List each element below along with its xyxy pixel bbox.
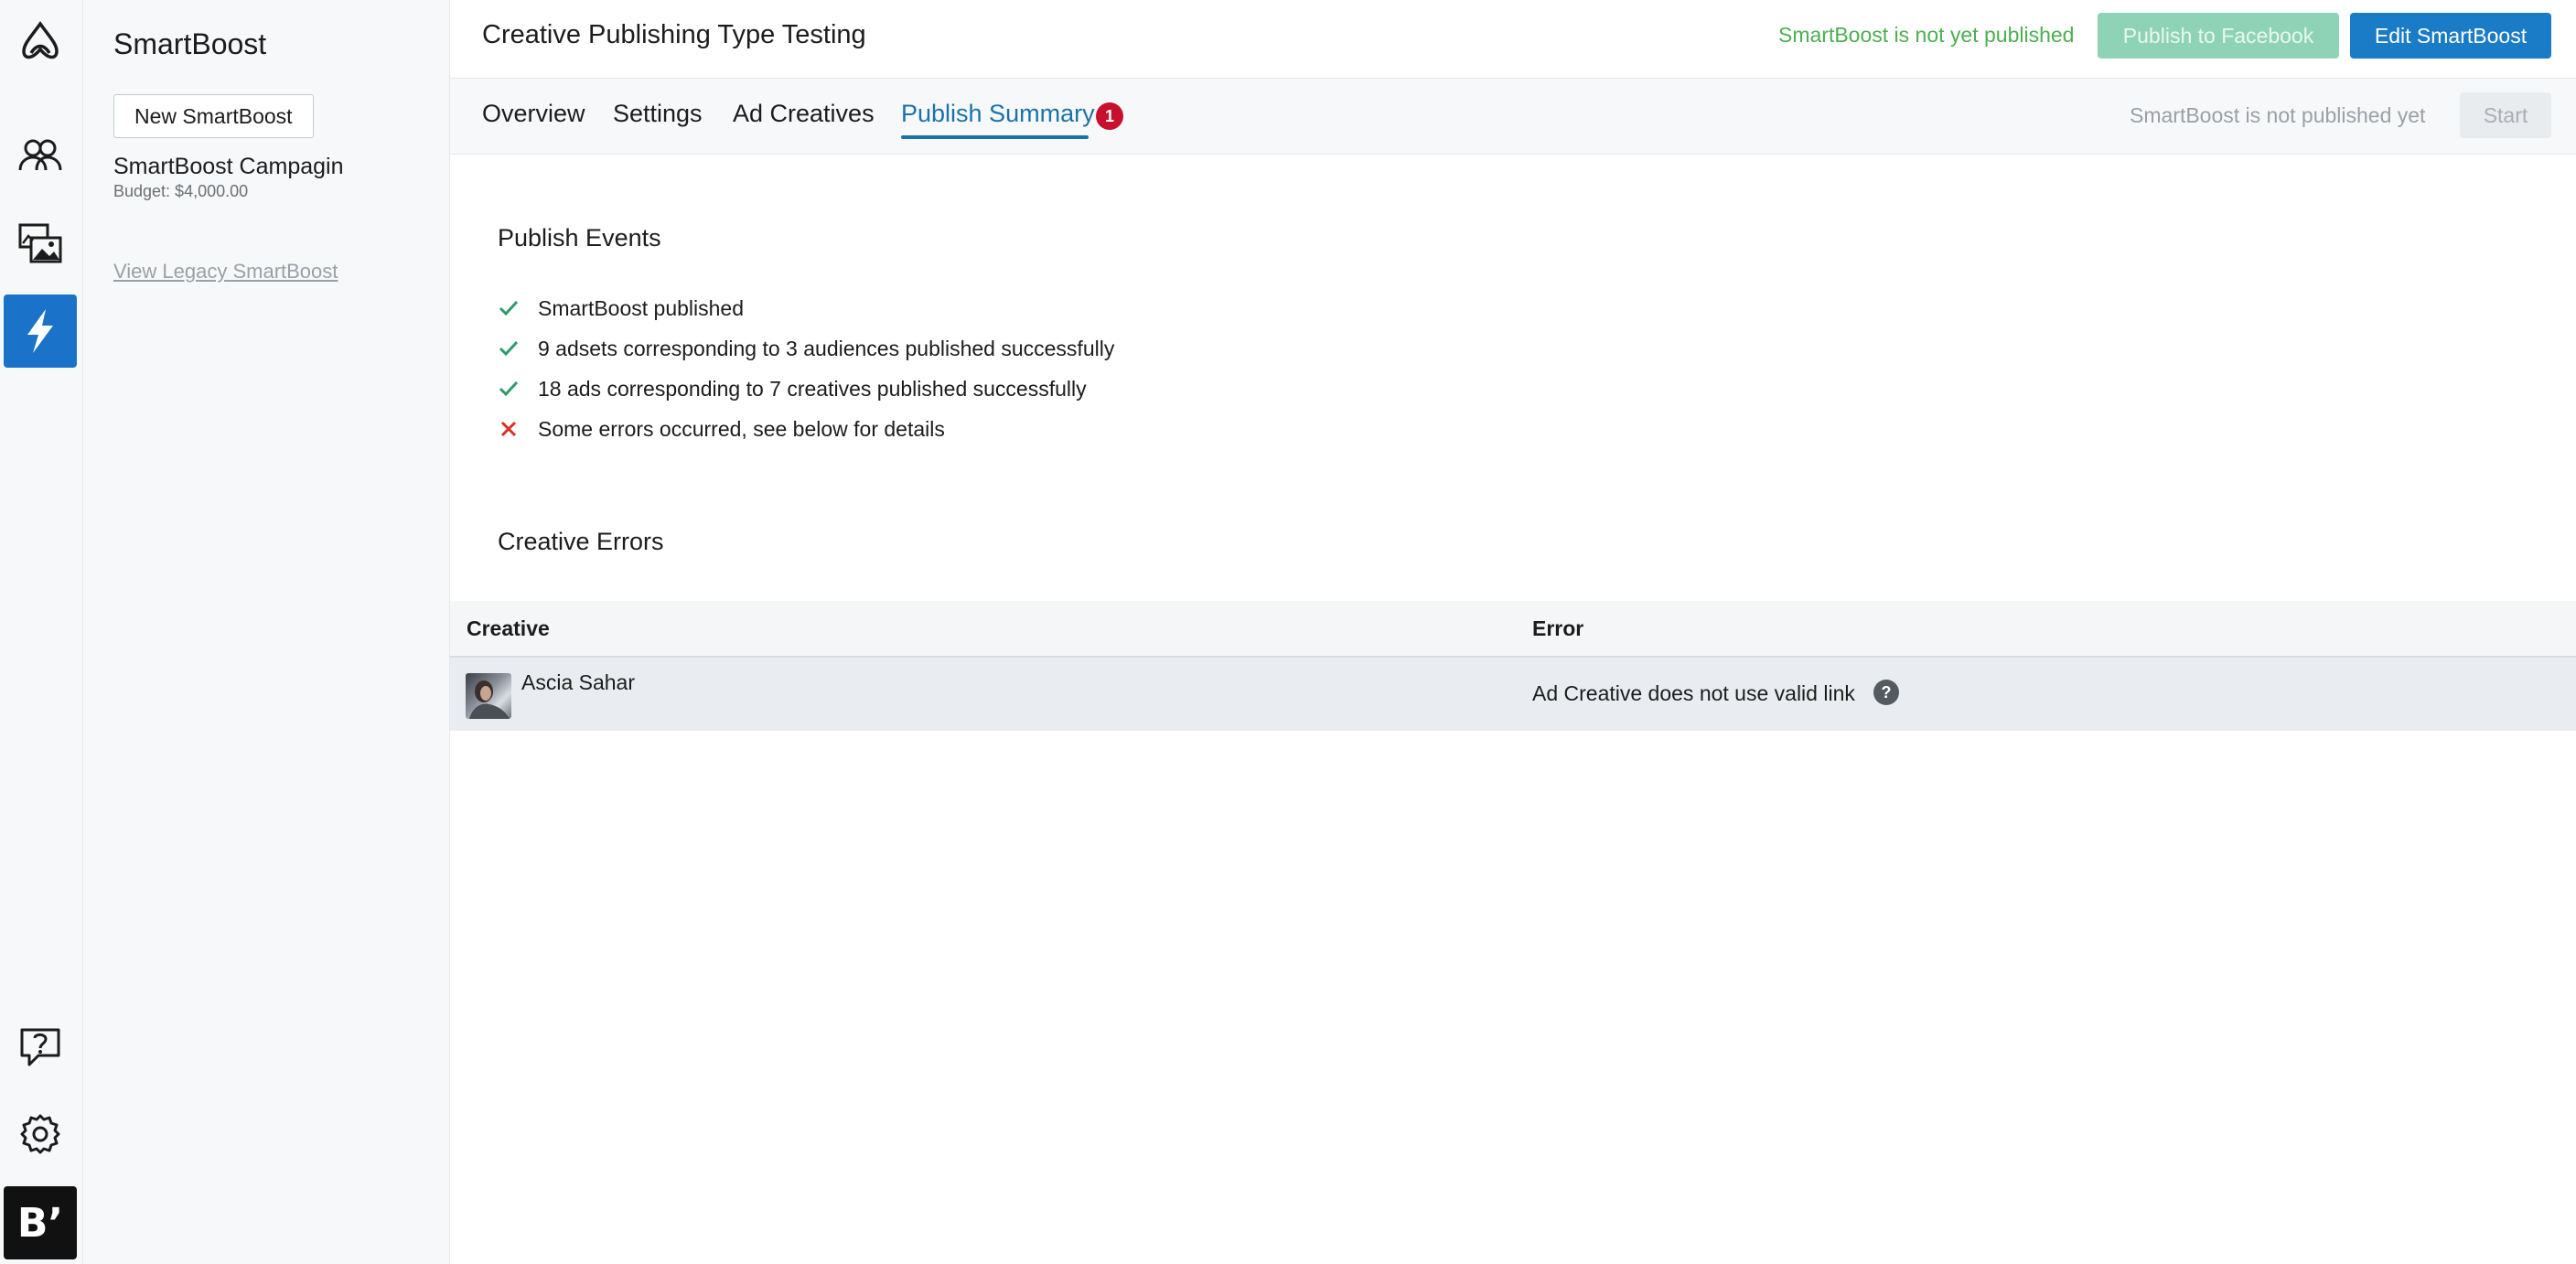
settings-icon[interactable] <box>4 1098 77 1171</box>
brand-logo[interactable]: B’ <box>4 1186 77 1259</box>
column-header-creative: Creative <box>467 616 550 640</box>
smartboost-sidebar: SmartBoost New SmartBoost SmartBoost Cam… <box>83 0 450 1264</box>
smartboost-bolt-icon[interactable] <box>4 295 77 368</box>
publish-to-facebook-button[interactable]: Publish to Facebook <box>2098 13 2339 59</box>
creative-errors-title: Creative Errors <box>498 528 664 555</box>
edit-smartboost-button[interactable]: Edit SmartBoost <box>2350 13 2551 59</box>
event-item: 9 adsets corresponding to 3 audiences pu… <box>498 335 1114 362</box>
creative-thumbnail <box>466 673 511 719</box>
page-header: Creative Publishing Type Testing SmartBo… <box>450 0 2576 79</box>
error-x-icon <box>498 418 538 440</box>
column-header-error: Error <box>1532 616 1584 640</box>
publish-status-text: SmartBoost is not yet published <box>1778 23 2075 47</box>
publish-events-title: Publish Events <box>498 224 661 252</box>
question-mark-icon[interactable]: ? <box>1873 680 1899 705</box>
audiences-icon[interactable] <box>4 119 77 192</box>
help-icon[interactable] <box>4 1010 77 1083</box>
event-text: SmartBoost published <box>538 295 745 320</box>
new-smartboost-button[interactable]: New SmartBoost <box>113 94 314 138</box>
tab-publish-summary[interactable]: Publish Summary <box>901 100 1095 128</box>
campaign-name[interactable]: SmartBoost Campagin <box>113 154 344 180</box>
event-text: 9 adsets corresponding to 3 audiences pu… <box>538 336 1115 360</box>
active-tab-indicator <box>901 135 1089 139</box>
icon-rail: B’ <box>0 0 83 1264</box>
error-message: Ad Creative does not use valid link <box>1532 681 1855 705</box>
check-icon <box>498 378 538 400</box>
event-item: Some errors occurred, see below for deta… <box>498 415 945 443</box>
tab-bar: Overview Settings Ad Creatives Publish S… <box>450 79 2576 155</box>
creatives-icon[interactable] <box>4 207 77 280</box>
errors-table-header: Creative Error <box>450 601 2576 658</box>
tab-overview[interactable]: Overview <box>482 100 585 128</box>
error-count-badge: 1 <box>1096 102 1123 130</box>
campaign-budget: Budget: $4,000.00 <box>113 182 249 200</box>
tabs-status-text: SmartBoost is not published yet <box>2130 103 2426 127</box>
app-logo-icon[interactable] <box>4 5 77 79</box>
sidebar-title: SmartBoost <box>113 27 267 60</box>
table-row[interactable]: Ascia Sahar Ad Creative does not use val… <box>450 658 2576 731</box>
check-icon <box>498 297 538 319</box>
check-icon <box>498 337 538 359</box>
tab-ad-creatives[interactable]: Ad Creatives <box>733 100 875 128</box>
tab-settings[interactable]: Settings <box>613 100 703 128</box>
event-item: 18 ads corresponding to 7 creatives publ… <box>498 375 1087 402</box>
event-text: 18 ads corresponding to 7 creatives publ… <box>538 376 1087 401</box>
view-legacy-link[interactable]: View Legacy SmartBoost <box>113 260 338 284</box>
creative-name: Ascia Sahar <box>521 670 636 694</box>
event-text: Some errors occurred, see below for deta… <box>538 416 945 441</box>
event-item: SmartBoost published <box>498 295 744 322</box>
start-button[interactable]: Start <box>2460 92 2551 138</box>
page-title: Creative Publishing Type Testing <box>482 20 866 49</box>
